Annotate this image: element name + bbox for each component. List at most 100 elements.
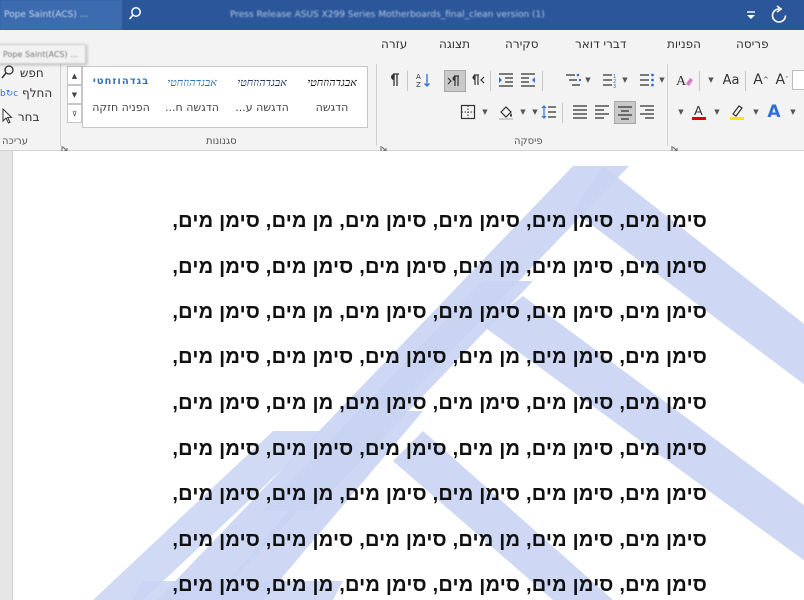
shading-icon[interactable] [497, 103, 515, 121]
chevron-down-icon[interactable]: ▼ [752, 103, 760, 121]
text-effects-icon[interactable]: A [765, 102, 783, 122]
document-title: Press Release ASUS X299 Series Motherboa… [230, 10, 545, 20]
ribbon: חפש החלף b↻c בחר עריכה ▲ ▼ ⊽ אבגדהוזחטי … [0, 58, 804, 153]
grow-font-icon[interactable]: A ^ [752, 71, 770, 89]
text-line[interactable]: סימן מים, סימן מים, מן מים, סימן מים, סי… [172, 438, 707, 461]
tab-references[interactable]: הפניות [667, 30, 701, 58]
gallery-scroll-down[interactable]: ▼ [67, 85, 82, 104]
separator [407, 71, 408, 91]
text-line[interactable]: סימן מים, סימן מים, מן מים, סימן מים, סי… [172, 529, 707, 552]
caret-down-icon[interactable] [744, 5, 758, 25]
separator [542, 71, 543, 91]
style-tile-intense-emphasis[interactable]: אבגדהוזחטי הדגשה ח... [157, 67, 227, 127]
text-line[interactable]: סימן מים, סימן מים, סימן מים, סימן מים, … [172, 210, 707, 233]
decrease-indent-icon[interactable] [519, 71, 537, 89]
find-button[interactable]: חפש [0, 64, 44, 84]
ribbon-tabs: פריסה הפניות דברי דואר סקירה תצוגה עזרה [0, 30, 804, 58]
gallery-scroll-up[interactable]: ▲ [67, 66, 82, 85]
group-separator [376, 64, 377, 146]
style-sample: אבגדהוזחטי [307, 76, 357, 89]
svg-text:3: 3 [613, 84, 616, 88]
style-name: הדגשה ע... [235, 101, 289, 114]
find-label: חפש [19, 66, 44, 80]
separator [490, 71, 491, 91]
editing-group-label: עריכה [2, 136, 28, 147]
separator [562, 103, 563, 123]
chevron-down-icon[interactable]: ▼ [621, 71, 629, 89]
tooltip: Pope Saint(ACS) ... [0, 44, 86, 64]
style-tile-subtle-emphasis[interactable]: אבגדהוזחטי הדגשה ע... [227, 67, 297, 127]
group-separator [667, 64, 668, 146]
chevron-down-icon[interactable]: ▼ [658, 71, 666, 89]
text-line[interactable]: סימן מים, סימן מים, סימן מים, סימן מים, … [172, 574, 707, 597]
tab-view[interactable]: תצוגה [439, 30, 470, 58]
styles-launcher-icon[interactable] [61, 138, 69, 153]
paragraph-launcher-icon[interactable] [380, 138, 388, 153]
text-line[interactable]: סימן מים, סימן מים, מן מים, סימן מים, סי… [172, 256, 707, 279]
replace-button[interactable]: החלף b↻c [0, 86, 52, 106]
chevron-down-icon[interactable]: ▼ [713, 103, 721, 121]
svg-text:A: A [416, 73, 421, 81]
chevron-down-icon[interactable]: ▼ [584, 71, 592, 89]
select-label: בחר [17, 110, 40, 124]
cursor-icon [0, 107, 14, 127]
increase-indent-icon[interactable] [497, 71, 515, 89]
line-spacing-icon[interactable] [540, 103, 558, 121]
rtl-icon[interactable] [468, 71, 486, 89]
font-size-box[interactable] [792, 70, 804, 90]
ltr-icon[interactable] [444, 70, 466, 92]
replace-label: החלף [22, 86, 53, 100]
align-center-icon[interactable] [614, 101, 636, 124]
select-button[interactable]: בחר [0, 107, 40, 128]
border-icon[interactable] [459, 103, 477, 121]
chevron-down-icon[interactable]: ▼ [707, 71, 715, 89]
chevron-down-icon[interactable]: ▼ [677, 103, 685, 121]
bullet-list-icon[interactable] [638, 71, 656, 89]
text-line[interactable]: סימן מים, סימן מים, סימן מים, סימן מים, … [172, 301, 707, 324]
styles-gallery: אבגדהוזחטי הדגשה אבגדהוזחטי הדגשה ע... א… [82, 66, 368, 128]
clear-format-icon[interactable]: A [675, 71, 695, 89]
align-left-icon[interactable] [593, 103, 611, 121]
tab-layout[interactable]: פריסה [736, 30, 769, 58]
text-line[interactable]: סימן מים, סימן מים, מן מים, סימן מים, סי… [172, 346, 707, 369]
style-tile-intense-reference[interactable]: בגדהוזחטי הפניה חזקה [85, 67, 157, 127]
tab-mailings[interactable]: דברי דואר [575, 30, 626, 58]
multilevel-list-icon[interactable] [564, 71, 582, 89]
search-icon [0, 64, 16, 83]
document-page[interactable]: סימן מים, סימן מים, סימן מים, סימן מים, … [12, 151, 804, 600]
tab-help[interactable]: עזרה [381, 30, 407, 58]
font-launcher-icon[interactable] [671, 138, 679, 153]
highlight-icon[interactable] [728, 102, 746, 122]
redo-icon[interactable] [768, 4, 790, 26]
chevron-down-icon[interactable]: ▼ [789, 103, 797, 121]
file-tab[interactable]: Pope Saint(ACS) ... [0, 0, 122, 30]
paragraph-group-label: פיסקה [514, 136, 543, 147]
styles-group-label: סגנונות [206, 136, 237, 147]
chevron-down-icon[interactable]: ▼ [531, 103, 539, 121]
document-body: סימן מים, סימן מים, סימן מים, סימן מים, … [13, 151, 804, 600]
gallery-more-button[interactable]: ⊽ [67, 104, 82, 123]
font-color-icon[interactable]: A [690, 102, 708, 122]
search-icon[interactable] [128, 4, 142, 24]
numbered-list-icon[interactable]: 123 [601, 71, 619, 89]
style-tile-emphasis[interactable]: אבגדהוזחטי הדגשה [297, 67, 367, 127]
pilcrow-icon[interactable] [385, 71, 403, 89]
style-name: הדגשה ח... [165, 101, 219, 114]
style-sample: אבגדהוזחטי [167, 76, 217, 89]
change-case-icon[interactable]: Aa [720, 71, 742, 89]
style-name: הדגשה [315, 101, 349, 114]
text-line[interactable]: סימן מים, סימן מים, סימן מים, סימן מים, … [172, 483, 707, 506]
shrink-font-icon[interactable]: Aˇ [773, 71, 791, 89]
text-line[interactable]: סימן מים, סימן מים, סימן מים, סימן מים, … [172, 392, 707, 415]
svg-text:Z: Z [416, 81, 421, 88]
chevron-down-icon[interactable]: ▼ [519, 103, 527, 121]
sort-icon[interactable]: AZ [414, 71, 432, 89]
tab-review[interactable]: סקירה [505, 30, 539, 58]
chevron-down-icon[interactable]: ▼ [481, 103, 489, 121]
justify-icon[interactable] [571, 103, 589, 121]
align-right-icon[interactable] [638, 103, 656, 121]
separator [745, 71, 746, 91]
group-separator [60, 64, 61, 146]
separator [699, 71, 700, 91]
title-bar: Pope Saint(ACS) ... Press Release ASUS X… [0, 0, 804, 30]
